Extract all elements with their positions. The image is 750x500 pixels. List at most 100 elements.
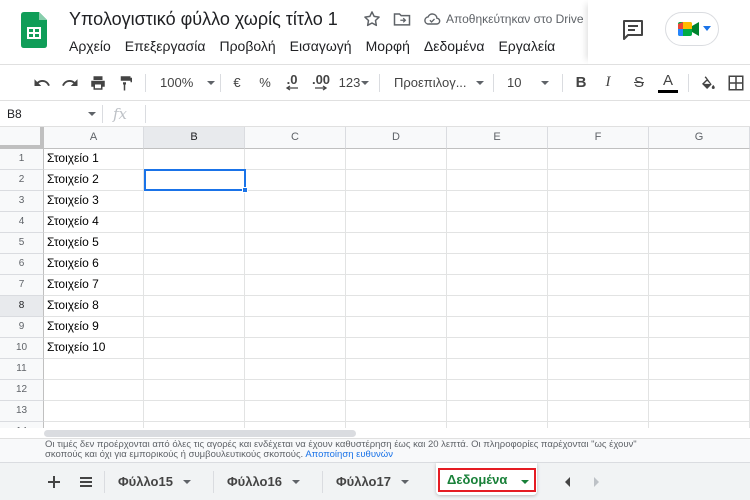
select-all-corner[interactable] <box>0 127 44 149</box>
cell-a10[interactable]: Στοιχείο 10 <box>44 338 144 359</box>
cell-c6[interactable] <box>245 254 346 275</box>
cell-b12[interactable] <box>144 380 245 401</box>
cell-d5[interactable] <box>346 233 447 254</box>
cell-f6[interactable] <box>548 254 649 275</box>
fill-color-button[interactable] <box>696 65 720 100</box>
cell-e5[interactable] <box>447 233 548 254</box>
cell-g5[interactable] <box>649 233 750 254</box>
cell-g10[interactable] <box>649 338 750 359</box>
cell-a2[interactable]: Στοιχείο 2 <box>44 170 144 191</box>
cell-c1[interactable] <box>245 149 346 170</box>
menu-file[interactable]: Αρχείο <box>62 36 118 58</box>
cell-d12[interactable] <box>346 380 447 401</box>
cell-d6[interactable] <box>346 254 447 275</box>
currency-format-button[interactable]: € <box>226 65 248 100</box>
cell-f7[interactable] <box>548 275 649 296</box>
sheet-tab[interactable]: Φύλλο15 <box>106 463 212 500</box>
cell-d13[interactable] <box>346 401 447 422</box>
cell-f3[interactable] <box>548 191 649 212</box>
cell-f12[interactable] <box>548 380 649 401</box>
cell-e9[interactable] <box>447 317 548 338</box>
cell-d10[interactable] <box>346 338 447 359</box>
zoom-select[interactable]: 100% <box>152 65 216 100</box>
cell-a4[interactable]: Στοιχείο 4 <box>44 212 144 233</box>
cell-g11[interactable] <box>649 359 750 380</box>
cell-b4[interactable] <box>144 212 245 233</box>
cell-c8[interactable] <box>245 296 346 317</box>
cell-d3[interactable] <box>346 191 447 212</box>
cell-c10[interactable] <box>245 338 346 359</box>
cell-c13[interactable] <box>245 401 346 422</box>
cell-c11[interactable] <box>245 359 346 380</box>
cell-g9[interactable] <box>649 317 750 338</box>
font-size-select[interactable]: 10 <box>499 65 555 100</box>
row-header-6[interactable]: 6 <box>0 254 44 275</box>
row-header-2[interactable]: 2 <box>0 170 44 191</box>
cell-b8[interactable] <box>144 296 245 317</box>
cell-b9[interactable] <box>144 317 245 338</box>
cell-g6[interactable] <box>649 254 750 275</box>
chevron-right-icon[interactable] <box>588 474 604 490</box>
row-header-10[interactable]: 10 <box>0 338 44 359</box>
increase-decimals-button[interactable]: .00 <box>308 65 334 100</box>
cell-a3[interactable]: Στοιχείο 3 <box>44 191 144 212</box>
cell-e12[interactable] <box>447 380 548 401</box>
cell-f8[interactable] <box>548 296 649 317</box>
cell-a11[interactable] <box>44 359 144 380</box>
row-header-12[interactable]: 12 <box>0 380 44 401</box>
cell-c7[interactable] <box>245 275 346 296</box>
sheet-tab[interactable]: Φύλλο17 <box>324 463 430 500</box>
column-header-e[interactable]: E <box>447 127 548 149</box>
paint-format-button[interactable] <box>113 65 139 100</box>
cell-g2[interactable] <box>649 170 750 191</box>
cell-b3[interactable] <box>144 191 245 212</box>
cell-b13[interactable] <box>144 401 245 422</box>
disclaimer-link[interactable]: Αποποίηση ευθυνών <box>305 449 393 460</box>
spreadsheet-grid[interactable]: A B C D E F G 1 Στοιχείο 1 2 Στοιχείο 2 3 Στοιχείο 3… <box>0 127 750 428</box>
cell-b1[interactable] <box>144 149 245 170</box>
cell-e11[interactable] <box>447 359 548 380</box>
add-sheet-button[interactable] <box>42 471 66 493</box>
menu-tools[interactable]: Εργαλεία <box>491 36 562 58</box>
formula-input[interactable] <box>147 101 747 126</box>
active-sheet-tab-label[interactable]: Δεδομένα <box>447 472 507 487</box>
menu-view[interactable]: Προβολή <box>212 36 282 58</box>
cell-f11[interactable] <box>548 359 649 380</box>
row-header-9[interactable]: 9 <box>0 317 44 338</box>
cell-f13[interactable] <box>548 401 649 422</box>
cell-b11[interactable] <box>144 359 245 380</box>
cell-d2[interactable] <box>346 170 447 191</box>
menu-format[interactable]: Μορφή <box>359 36 417 58</box>
column-header-f[interactable]: F <box>548 127 649 149</box>
cell-f2[interactable] <box>548 170 649 191</box>
more-formats-button[interactable]: 123 <box>336 65 372 100</box>
column-header-a[interactable]: A <box>44 127 144 149</box>
star-icon[interactable] <box>362 9 382 29</box>
menu-edit[interactable]: Επεξεργασία <box>118 36 213 58</box>
cell-b10[interactable] <box>144 338 245 359</box>
horizontal-scrollbar[interactable] <box>0 428 750 438</box>
cell-g12[interactable] <box>649 380 750 401</box>
decrease-decimals-button[interactable]: .0 <box>280 65 304 100</box>
borders-button[interactable] <box>724 65 748 100</box>
cell-c9[interactable] <box>245 317 346 338</box>
scrollbar-thumb[interactable] <box>44 430 356 437</box>
move-to-folder-icon[interactable] <box>392 9 412 29</box>
row-header-1[interactable]: 1 <box>0 149 44 170</box>
row-header-5[interactable]: 5 <box>0 233 44 254</box>
cell-d9[interactable] <box>346 317 447 338</box>
cell-e4[interactable] <box>447 212 548 233</box>
column-header-b[interactable]: B <box>144 127 245 149</box>
italic-button[interactable]: I <box>597 65 619 100</box>
chevron-left-icon[interactable] <box>560 474 576 490</box>
cell-d7[interactable] <box>346 275 447 296</box>
cell-g13[interactable] <box>649 401 750 422</box>
cell-c4[interactable] <box>245 212 346 233</box>
row-header-3[interactable]: 3 <box>0 191 44 212</box>
cell-d1[interactable] <box>346 149 447 170</box>
cell-f4[interactable] <box>548 212 649 233</box>
row-header-4[interactable]: 4 <box>0 212 44 233</box>
cell-g3[interactable] <box>649 191 750 212</box>
undo-button[interactable] <box>29 65 55 100</box>
cell-e8[interactable] <box>447 296 548 317</box>
